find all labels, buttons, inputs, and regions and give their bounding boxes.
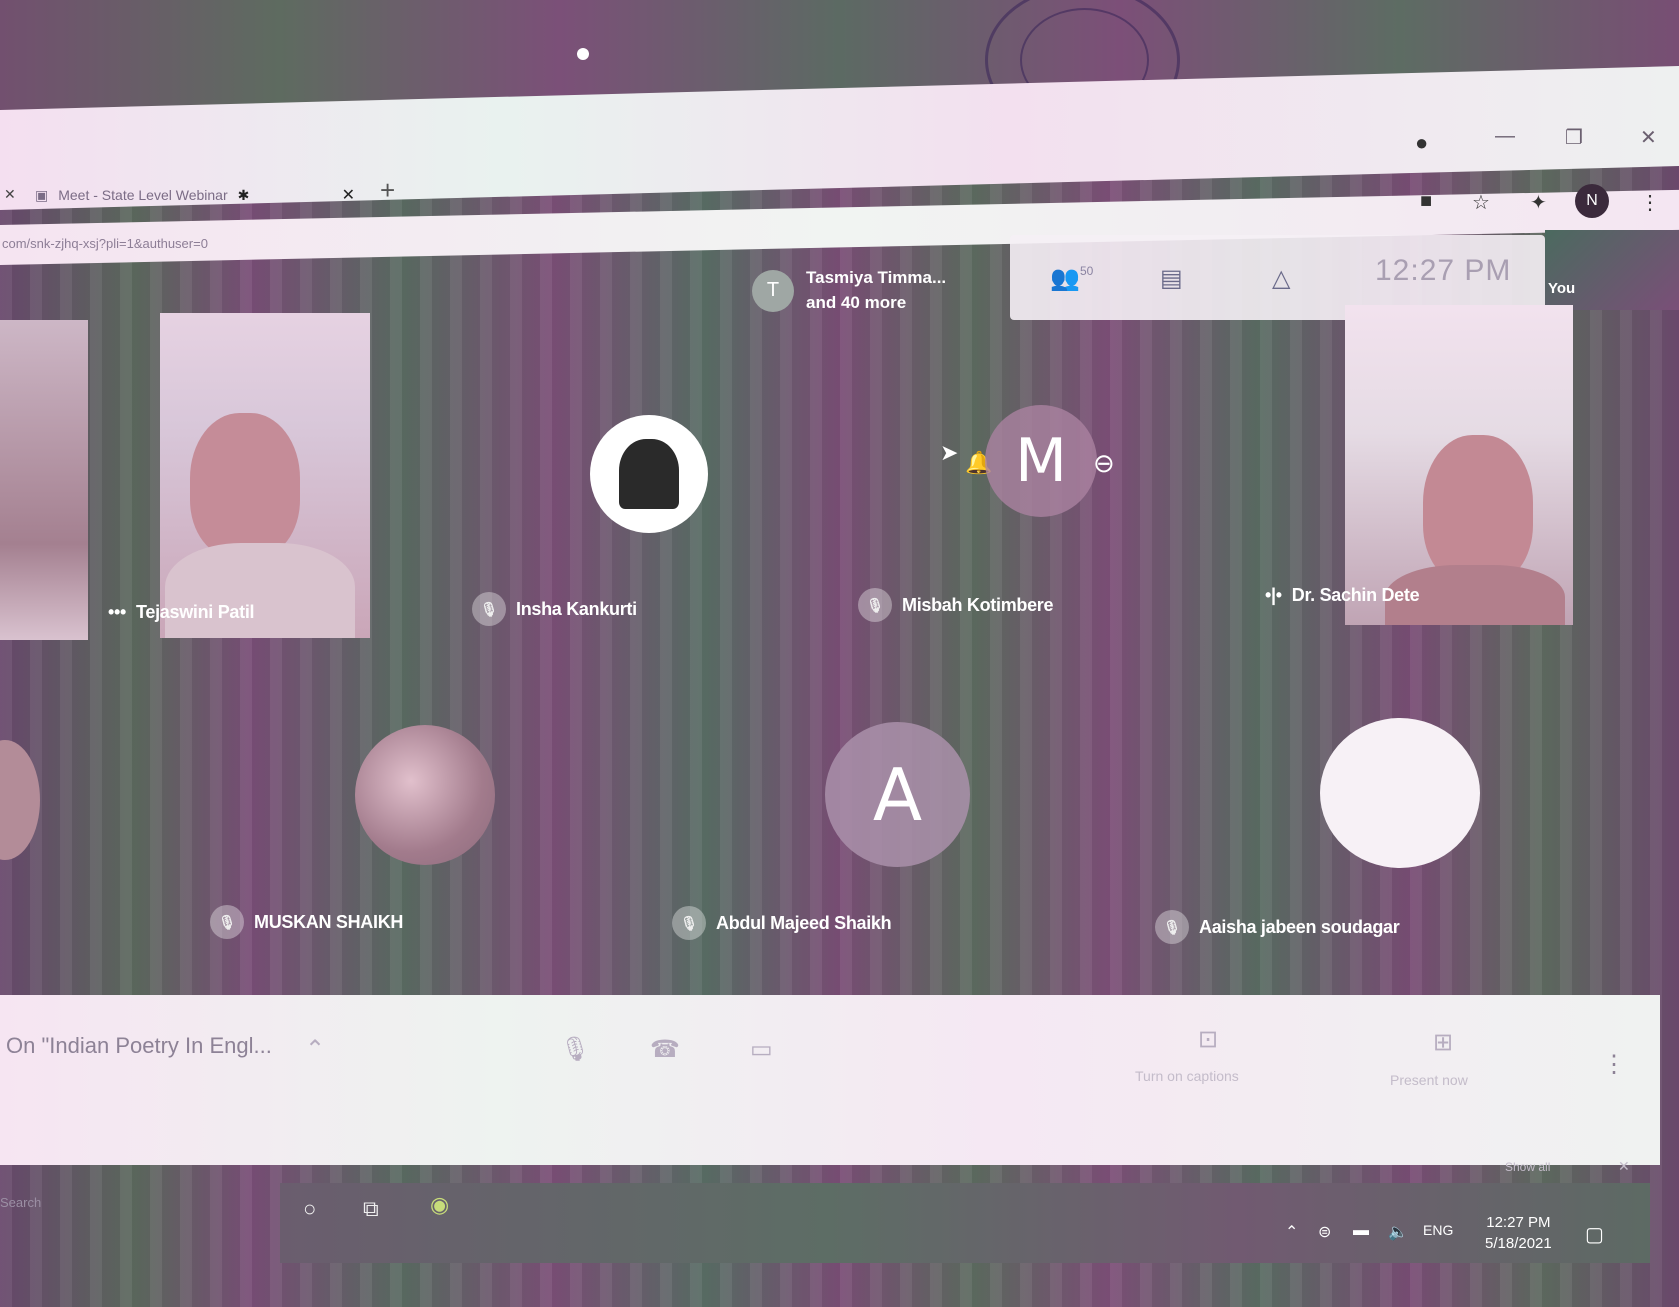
more-participants-count: and 40 more bbox=[806, 292, 907, 312]
camera-toggle-icon[interactable]: ▭ bbox=[750, 1035, 773, 1064]
mic-off-icon: 🎙 bbox=[472, 592, 506, 626]
participant-name-tag: •|• Dr. Sachin Dete bbox=[1265, 585, 1420, 606]
remove-icon[interactable]: ⊖ bbox=[1093, 448, 1115, 479]
participant-count: 50 bbox=[1080, 264, 1094, 278]
participant-name: Aaisha jabeen soudagar bbox=[1199, 916, 1400, 937]
tab-close-icon[interactable]: ✕ bbox=[342, 185, 355, 205]
activities-icon[interactable]: △ bbox=[1272, 264, 1290, 293]
avatar-misbah: M bbox=[985, 405, 1097, 517]
recording-icon: ✱ bbox=[237, 186, 250, 203]
camera-icon[interactable]: ■ bbox=[1420, 190, 1432, 213]
avatar-aaisha bbox=[1320, 718, 1480, 868]
taskbar-clock[interactable]: 12:27 PM 5/18/2021 bbox=[1485, 1212, 1552, 1254]
tray-chevron-icon[interactable]: ⌃ bbox=[1285, 1222, 1298, 1242]
participant-name-tag: 🎙 MUSKAN SHAIKH bbox=[210, 905, 403, 939]
url-text[interactable]: com/snk-zjhq-xsj?pli=1&authuser=0 bbox=[2, 236, 208, 251]
participant-name-tag: 🎙 Aaisha jabeen soudagar bbox=[1155, 910, 1400, 944]
participant-name: Insha Kankurti bbox=[516, 598, 637, 619]
show-all-link[interactable]: Show all bbox=[1505, 1160, 1550, 1174]
participant-name: Misbah Kotimbere bbox=[902, 594, 1054, 615]
notifications-icon[interactable]: ▢ bbox=[1585, 1222, 1604, 1247]
microphone-icon[interactable]: 🎙 bbox=[560, 1035, 590, 1064]
tab-title: Meet - State Level Webinar bbox=[58, 187, 228, 203]
speaking-icon: •|• bbox=[1265, 585, 1282, 605]
participant-name: Abdul Majeed Shaikh bbox=[716, 912, 892, 933]
new-tab-button[interactable]: + bbox=[380, 175, 395, 206]
maximize-button[interactable]: ❐ bbox=[1565, 125, 1583, 150]
cortana-icon[interactable]: ○ bbox=[303, 1196, 316, 1222]
close-downloads-icon[interactable]: ✕ bbox=[1618, 1158, 1630, 1175]
mic-off-icon: 🎙 bbox=[858, 588, 892, 622]
language-indicator[interactable]: ENG bbox=[1423, 1222, 1453, 1238]
meeting-details-title[interactable]: On "Indian Poetry In Engl... bbox=[6, 1033, 272, 1059]
camera-dot bbox=[577, 48, 589, 60]
taskbar-date: 5/18/2021 bbox=[1485, 1235, 1552, 1252]
avatar-abdul: A bbox=[825, 722, 970, 867]
extensions-icon[interactable]: ✦ bbox=[1530, 190, 1547, 215]
mic-off-icon: 🎙 bbox=[1155, 910, 1189, 944]
bookmark-star-icon[interactable]: ☆ bbox=[1472, 190, 1490, 215]
meet-tray-icon[interactable]: ⊜ bbox=[1318, 1222, 1331, 1242]
close-icon[interactable]: ✕ bbox=[4, 186, 16, 203]
battery-icon[interactable]: ▬ bbox=[1353, 1222, 1369, 1240]
browser-tab[interactable]: ▣ Meet - State Level Webinar ✱ ✕ bbox=[35, 178, 355, 212]
captions-label[interactable]: Turn on captions bbox=[1135, 1068, 1239, 1084]
captions-icon[interactable]: ⊡ bbox=[1198, 1025, 1218, 1054]
taskbar-search[interactable]: Search bbox=[0, 1195, 41, 1210]
more-options-icon[interactable]: ⋮ bbox=[1602, 1050, 1626, 1079]
participant-name: Dr. Sachin Dete bbox=[1291, 585, 1420, 605]
video-tile-tejaswini[interactable] bbox=[160, 313, 370, 638]
profile-silhouette-icon bbox=[619, 439, 679, 509]
avatar-partial bbox=[0, 740, 40, 860]
meeting-clock: 12:27 PM bbox=[1375, 254, 1512, 287]
participant-name: Tejaswini Patil bbox=[136, 602, 255, 622]
hang-up-icon[interactable]: ☎ bbox=[650, 1035, 680, 1064]
chevron-up-icon[interactable]: ⌃ bbox=[305, 1035, 325, 1064]
participant-face bbox=[190, 413, 300, 558]
participant-name: MUSKAN SHAIKH bbox=[254, 911, 404, 932]
participant-name-tag: 🎙 Abdul Majeed Shaikh bbox=[672, 906, 892, 940]
people-icon[interactable]: 👥 bbox=[1050, 264, 1080, 293]
avatar-insha bbox=[590, 415, 708, 533]
participant-name-tag: 🎙 Insha Kankurti bbox=[472, 592, 637, 626]
cursor-icon: ➤ bbox=[940, 440, 959, 465]
video-tile-sachin[interactable] bbox=[1345, 305, 1573, 625]
more-participants-name: Tasmiya Timma... bbox=[806, 268, 947, 287]
video-tile-partial bbox=[0, 320, 88, 640]
meet-favicon-icon: ▣ bbox=[35, 186, 49, 203]
profile-avatar[interactable]: N bbox=[1575, 184, 1609, 218]
present-icon[interactable]: ⊞ bbox=[1433, 1028, 1453, 1057]
more-participants-chip[interactable]: T Tasmiya Timma... and 40 more bbox=[752, 266, 946, 315]
mic-off-icon: 🎙 bbox=[210, 905, 244, 939]
more-options-icon[interactable]: ••• bbox=[108, 602, 126, 623]
taskbar-time: 12:27 PM bbox=[1486, 1214, 1551, 1231]
media-icon[interactable]: ● bbox=[1415, 130, 1428, 156]
close-window-button[interactable]: ✕ bbox=[1640, 125, 1657, 150]
participant-avatar: T bbox=[752, 269, 794, 312]
self-view-tile bbox=[1545, 230, 1679, 310]
participant-name-tag: 🎙 Misbah Kotimbere bbox=[858, 588, 1054, 622]
mic-off-icon: 🎙 bbox=[672, 906, 706, 940]
participant-face bbox=[1423, 435, 1533, 585]
avatar-muskan bbox=[355, 725, 495, 865]
participant-body bbox=[165, 543, 355, 638]
minimize-button[interactable]: — bbox=[1495, 125, 1515, 148]
present-label[interactable]: Present now bbox=[1390, 1072, 1468, 1088]
chat-icon[interactable]: ▤ bbox=[1160, 264, 1183, 293]
participant-name-tag: ••• Tejaswini Patil bbox=[108, 602, 255, 623]
self-view-label: You bbox=[1548, 280, 1576, 297]
menu-dots-icon[interactable]: ⋮ bbox=[1640, 190, 1660, 215]
task-view-icon[interactable]: ⧉ bbox=[363, 1196, 379, 1222]
volume-icon[interactable]: 🔈 bbox=[1388, 1222, 1408, 1242]
chrome-taskbar-icon[interactable]: ◉ bbox=[430, 1192, 449, 1218]
